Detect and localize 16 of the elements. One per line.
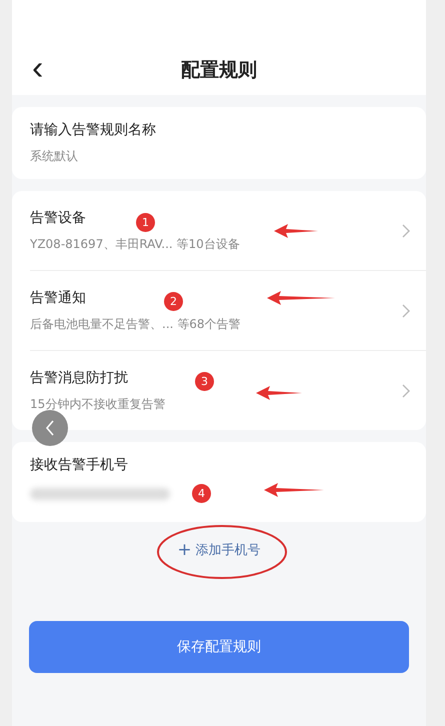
rule-name-value: 系统默认 xyxy=(30,148,78,165)
setting-detail: 后备电池电量不足告警、... 等68个告警 xyxy=(30,316,241,332)
back-button[interactable]: ‹ xyxy=(12,51,72,85)
setting-detail: YZ08-81697、丰田RAV... 等10台设备 xyxy=(30,236,240,252)
chevron-right-icon[interactable] xyxy=(402,384,410,398)
setting-title: 告警设备 xyxy=(30,208,86,226)
phone-label: 接收告警手机号 xyxy=(30,456,128,474)
rule-name-label: 请输入告警规则名称 xyxy=(30,121,156,139)
chevron-right-icon[interactable] xyxy=(402,304,410,318)
save-button[interactable]: 保存配置规则 xyxy=(29,621,409,673)
setting-detail: 15分钟内不接收重复告警 xyxy=(30,396,166,412)
page-title: 配置规则 xyxy=(181,58,257,83)
setting-title: 告警消息防打扰 xyxy=(30,368,128,386)
chevron-left-icon xyxy=(45,420,55,436)
setting-title: 告警通知 xyxy=(30,288,86,306)
chevron-right-icon[interactable] xyxy=(402,224,410,238)
